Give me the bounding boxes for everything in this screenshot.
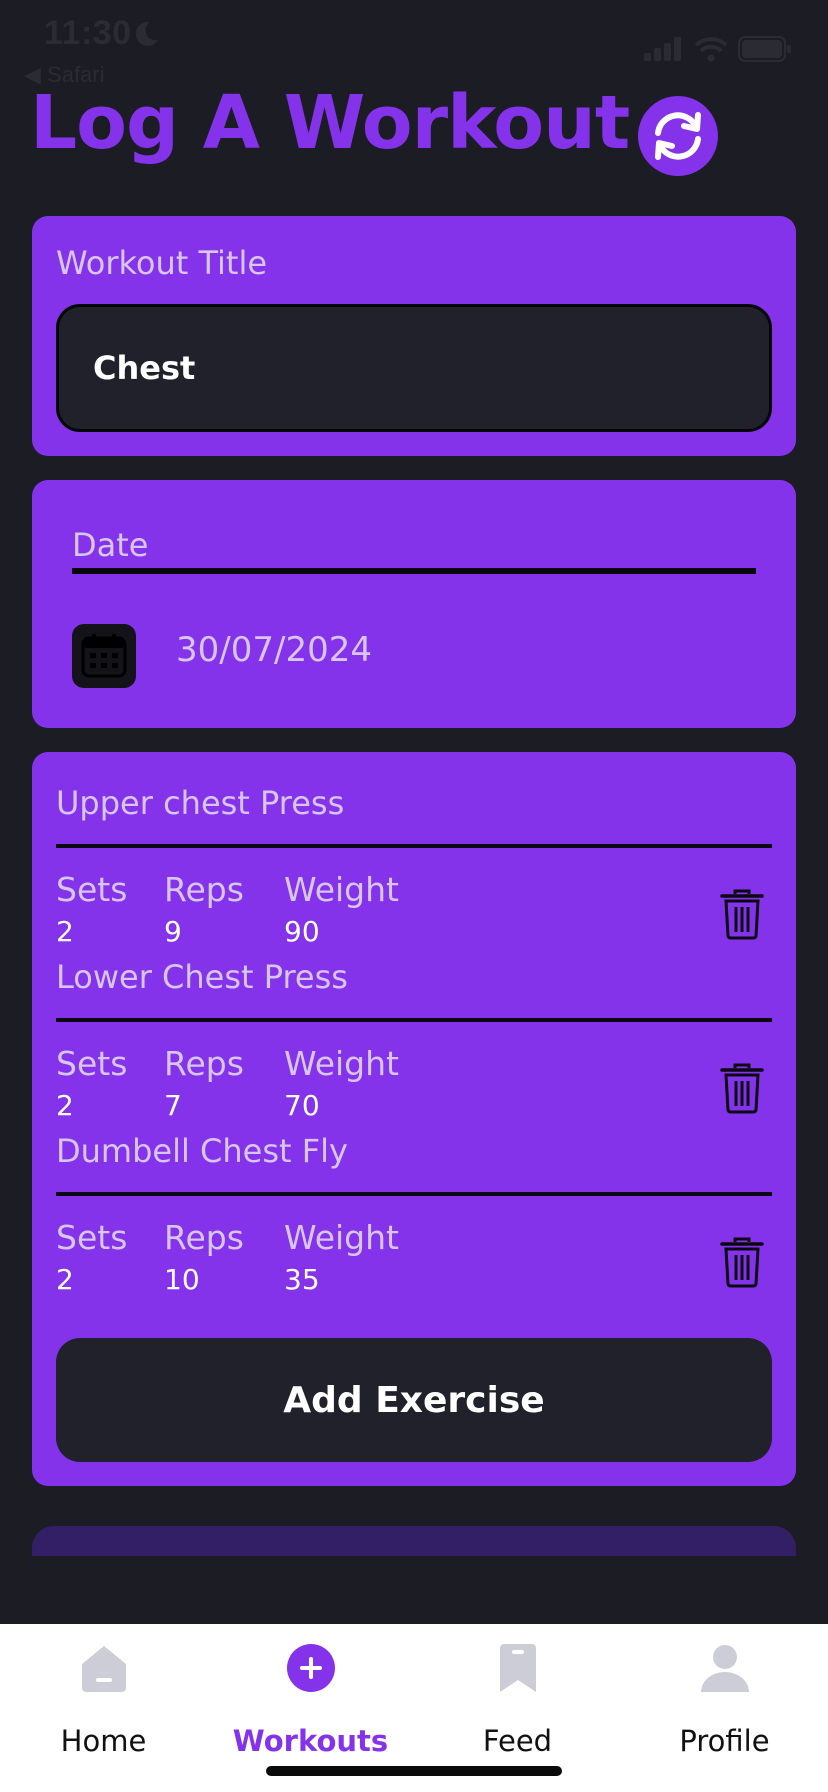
- weight-value: 35: [284, 1263, 320, 1296]
- signal-icon: [644, 37, 681, 61]
- tab-bar: Home Workouts Feed Profile: [0, 1624, 828, 1792]
- calendar-icon: [81, 634, 127, 678]
- reps-header: Reps: [164, 1218, 244, 1257]
- add-exercise-button[interactable]: Add Exercise: [56, 1338, 772, 1462]
- tab-feed[interactable]: Feed: [414, 1624, 621, 1764]
- date-divider: [72, 568, 756, 574]
- exercise-item: Upper chest Press Sets 2 Reps 9 Weight 9…: [56, 784, 772, 948]
- reps-column: Reps 7: [164, 1044, 244, 1122]
- reps-value: 10: [164, 1263, 200, 1296]
- tab-label: Profile: [679, 1724, 770, 1758]
- sets-column: Sets 2: [56, 1218, 127, 1296]
- tab-profile[interactable]: Profile: [621, 1624, 828, 1764]
- bookmark-icon: [499, 1644, 536, 1692]
- exercises-card: Upper chest Press Sets 2 Reps 9 Weight 9…: [32, 752, 796, 1486]
- sets-column: Sets 2: [56, 870, 127, 948]
- sets-value: 2: [56, 915, 74, 948]
- tab-workouts[interactable]: Workouts: [207, 1624, 414, 1764]
- weight-header: Weight: [284, 1218, 399, 1257]
- exercise-item: Dumbell Chest Fly Sets 2 Reps 10 Weight …: [56, 1132, 772, 1296]
- reps-header: Reps: [164, 1044, 244, 1083]
- home-icon: [81, 1646, 126, 1692]
- workout-title-label: Workout Title: [56, 244, 268, 282]
- date-label: Date: [72, 526, 149, 564]
- reps-column: Reps 10: [164, 1218, 244, 1296]
- sets-value: 2: [56, 1263, 74, 1296]
- exercise-name: Upper chest Press: [56, 784, 345, 822]
- reps-header: Reps: [164, 870, 244, 909]
- date-value[interactable]: 30/07/2024: [176, 630, 372, 670]
- log-workout-screen: 11:30 ◀ Safari Log A Workout Workout Tit…: [0, 0, 828, 1792]
- person-icon: [700, 1645, 749, 1692]
- tab-label: Workouts: [232, 1724, 389, 1758]
- next-card-peek: [32, 1526, 796, 1556]
- page-title: Log A Workout: [30, 80, 630, 166]
- weight-column: Weight 90: [284, 870, 399, 948]
- workout-title-card: Workout Title: [32, 216, 796, 456]
- weight-value: 90: [284, 915, 320, 948]
- workout-title-input[interactable]: [56, 304, 772, 432]
- moon-icon: [135, 21, 158, 46]
- weight-header: Weight: [284, 1044, 399, 1083]
- exercise-divider: [56, 1018, 772, 1022]
- status-indicators: [644, 36, 792, 62]
- trash-icon[interactable]: [720, 888, 764, 940]
- weight-column: Weight 70: [284, 1044, 399, 1122]
- reps-column: Reps 9: [164, 870, 244, 948]
- reps-value: 7: [164, 1089, 182, 1122]
- exercise-item: Lower Chest Press Sets 2 Reps 7 Weight 7…: [56, 958, 772, 1122]
- weight-header: Weight: [284, 870, 399, 909]
- add-circle-icon: [286, 1644, 335, 1692]
- sets-header: Sets: [56, 870, 128, 909]
- tab-label: Home: [60, 1724, 147, 1758]
- tab-label: Feed: [482, 1724, 553, 1758]
- weight-value: 70: [284, 1089, 320, 1122]
- sets-header: Sets: [56, 1044, 128, 1083]
- status-time: 11:30: [44, 14, 132, 52]
- battery-icon: [738, 36, 791, 62]
- exercise-name: Dumbell Chest Fly: [56, 1132, 348, 1170]
- trash-icon[interactable]: [720, 1062, 764, 1114]
- refresh-icon: [655, 112, 701, 160]
- trash-icon[interactable]: [720, 1236, 764, 1288]
- sets-value: 2: [56, 1089, 74, 1122]
- exercise-name: Lower Chest Press: [56, 958, 348, 996]
- exercise-divider: [56, 1192, 772, 1196]
- home-indicator: [266, 1766, 562, 1776]
- weight-column: Weight 35: [284, 1218, 399, 1296]
- calendar-button[interactable]: [72, 624, 136, 688]
- sets-header: Sets: [56, 1218, 128, 1257]
- sets-column: Sets 2: [56, 1044, 127, 1122]
- tab-home[interactable]: Home: [0, 1624, 207, 1764]
- refresh-button[interactable]: [638, 96, 718, 176]
- date-card: Date 30/07/2024: [32, 480, 796, 728]
- reps-value: 9: [164, 915, 182, 948]
- exercise-divider: [56, 844, 772, 848]
- wifi-icon: [694, 37, 728, 62]
